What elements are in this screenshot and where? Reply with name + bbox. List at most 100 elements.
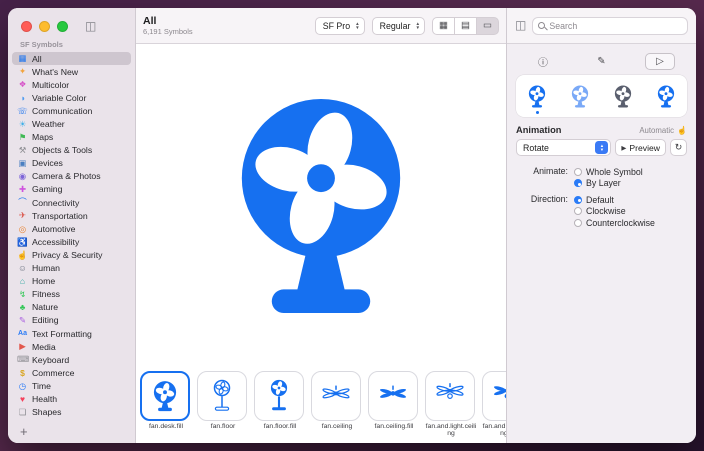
sidebar-item-maps[interactable]: ⚑ Maps [12, 131, 131, 144]
sidebar-item-objects-tools[interactable]: ⚒ Objects & Tools [12, 144, 131, 157]
gallery-view-button[interactable]: ▭ [476, 16, 499, 35]
repeat-icon: ↻ [674, 142, 683, 152]
radio-icon [574, 207, 582, 216]
fan-desk-fill-icon [150, 379, 180, 413]
sidebar-item-gaming[interactable]: ✚ Gaming [12, 183, 131, 196]
sidebar-item-label: Privacy & Security [32, 249, 103, 260]
sidebar-item-weather[interactable]: ☀ Weather [12, 117, 131, 130]
fan-variant-icon [526, 84, 548, 109]
thumbnail-fan-floor-fill[interactable]: fan.floor.fill [254, 370, 306, 438]
grid-view-button[interactable]: ▦ [432, 16, 455, 35]
accessibility-icon: ♿ [17, 236, 28, 247]
font-weight-select[interactable]: Regular ▲ ▼ [371, 16, 425, 35]
sidebar-item-label: Shapes [32, 407, 62, 418]
sidebar-item-label: Time [32, 380, 51, 391]
add-collection-button[interactable]: + [14, 422, 34, 441]
variable-color-icon: ◑ [19, 92, 26, 103]
sidebar-item-connectivity[interactable]: ⌒ Connectivity [12, 196, 131, 209]
thumbnail-fan-and-light-ceiling[interactable]: fan.and.light.ceiling [425, 370, 477, 438]
inspector-toolbar: ◫ Search [507, 8, 696, 44]
thumbnail-box [425, 370, 475, 421]
sidebar-item-label: What's New [32, 66, 79, 77]
sidebar-item-variable-color[interactable]: ◑ Variable Color [12, 91, 131, 104]
sidebar-item-automotive[interactable]: ◎ Automotive [12, 222, 131, 235]
sidebar-item-editing[interactable]: ✎ Editing [12, 314, 131, 327]
list-view-button[interactable]: ▤ [454, 16, 477, 35]
radio-default[interactable]: Default [574, 194, 687, 206]
font-family-select[interactable]: SF Pro ▲ ▼ [314, 16, 365, 35]
thumbnail-fan-desk-fill[interactable]: fan.desk.fill [140, 370, 192, 438]
sidebar-toggle-icon[interactable]: ◫ [85, 20, 96, 32]
direction-label: Direction: [530, 194, 568, 204]
radio-counterclockwise[interactable]: Counterclockwise [574, 217, 687, 229]
info-icon: ⓘ [538, 57, 548, 69]
tab-rendering[interactable]: ✎ [587, 53, 617, 70]
radio-clockwise[interactable]: Clockwise [574, 206, 687, 218]
sidebar-item-health[interactable]: ♥ Health [12, 392, 131, 405]
sidebar-item-time[interactable]: ◷ Time [12, 379, 131, 392]
tab-info[interactable]: ⓘ [528, 53, 558, 70]
sidebar-item-transportation[interactable]: ✈ Transportation [12, 209, 131, 222]
animate-label: Animate: [533, 166, 568, 176]
radio-by-layer[interactable]: By Layer [574, 178, 687, 190]
hero-symbol-fan-desk-fill [214, 84, 428, 324]
sidebar-item-label: Human [32, 263, 61, 274]
sidebar-item-communication[interactable]: ☏ Communication [12, 104, 131, 117]
chevron-up-down-icon: ▲ ▼ [595, 141, 609, 154]
main-toolbar: All 6,191 Symbols SF Pro ▲ ▼ Regular ▲ ▼ ▦… [136, 8, 506, 44]
game-controller-icon: ✚ [18, 184, 27, 195]
variant-multicolor[interactable] [644, 84, 687, 109]
thumbnail-box [140, 370, 190, 421]
window-controls: ◫ [8, 8, 135, 32]
sidebar-item-devices[interactable]: ▣ Devices [12, 157, 131, 170]
zoom-button[interactable] [57, 21, 68, 32]
sidebar-item-human[interactable]: ☺ Human [12, 262, 131, 275]
sidebar: ◫ SF Symbols ▦ All ✦ What's New ❖ Multicolo… [8, 8, 136, 443]
variant-hierarchical[interactable] [559, 84, 602, 109]
sidebar-item-privacy-security[interactable]: ☝ Privacy & Security [12, 248, 131, 261]
hammer-icon: ⚒ [18, 144, 27, 155]
sidebar-item-media[interactable]: ▶ Media [12, 340, 131, 353]
inspector-toggle-icon[interactable]: ◫ [515, 19, 526, 31]
effect-select[interactable]: Rotate ▲ ▼ [516, 139, 612, 156]
sidebar-item-all[interactable]: ▦ All [12, 52, 131, 66]
tab-animation[interactable]: ▷ [645, 52, 675, 70]
sidebar-item-shapes[interactable]: ❏ Shapes [12, 406, 131, 419]
repeat-button[interactable]: ↻ [670, 139, 687, 156]
preview-button[interactable]: ▶ Preview [615, 139, 666, 156]
variant-palette[interactable] [602, 84, 645, 109]
radio-selected-icon [574, 179, 582, 188]
thumbnail-fan-ceiling[interactable]: fan.ceiling [311, 370, 363, 438]
thumbnail-fan-ceiling-fill[interactable]: fan.ceiling.fill [368, 370, 420, 438]
fan-ceiling-icon [321, 379, 351, 413]
sidebar-item-multicolor[interactable]: ❖ Multicolor [12, 78, 131, 91]
sidebar-item-label: Nature [32, 302, 59, 313]
sidebar-item-commerce[interactable]: $ Commerce [12, 366, 131, 379]
fan-and-light-ceiling-fill-icon [492, 379, 506, 413]
close-button[interactable] [21, 21, 32, 32]
thumbnail-fan-floor[interactable]: fan.floor [197, 370, 249, 438]
sidebar-item-label: Connectivity [32, 197, 80, 208]
shapes-icon: ❏ [18, 406, 27, 417]
sidebar-item-nature[interactable]: ♣ Nature [12, 301, 131, 314]
minimize-button[interactable] [39, 21, 50, 32]
main-content: All 6,191 Symbols SF Pro ▲ ▼ Regular ▲ ▼ ▦… [136, 8, 506, 443]
rendering-variants-box [516, 75, 687, 117]
variant-monochrome[interactable] [516, 84, 559, 109]
sidebar-item-fitness[interactable]: ↯ Fitness [12, 288, 131, 301]
sidebar-item-home[interactable]: ⌂ Home [12, 275, 131, 288]
thumbnail-fan-and-light-ceiling-fill[interactable]: fan.and.light.ceiling.fill [482, 370, 506, 438]
search-input[interactable]: Search [532, 16, 688, 35]
radio-icon [574, 167, 582, 176]
sidebar-item-accessibility[interactable]: ♿ Accessibility [12, 235, 131, 248]
radio-whole-symbol[interactable]: Whole Symbol [574, 166, 687, 178]
animation-header: Animation Automatic ☝ [516, 125, 687, 135]
sf-symbols-window: ◫ SF Symbols ▦ All ✦ What's New ❖ Multicolo… [8, 8, 696, 443]
automatic-label[interactable]: Automatic ☝ [639, 126, 687, 135]
sidebar-item-text-formatting[interactable]: Aa Text Formatting [12, 327, 131, 340]
sidebar-item-whats-new[interactable]: ✦ What's New [12, 65, 131, 78]
sidebar-item-keyboard[interactable]: ⌨ Keyboard [12, 353, 131, 366]
sparkles-icon: ✦ [18, 66, 27, 77]
thumbnail-box [197, 370, 247, 421]
sidebar-item-camera-photos[interactable]: ◉ Camera & Photos [12, 170, 131, 183]
